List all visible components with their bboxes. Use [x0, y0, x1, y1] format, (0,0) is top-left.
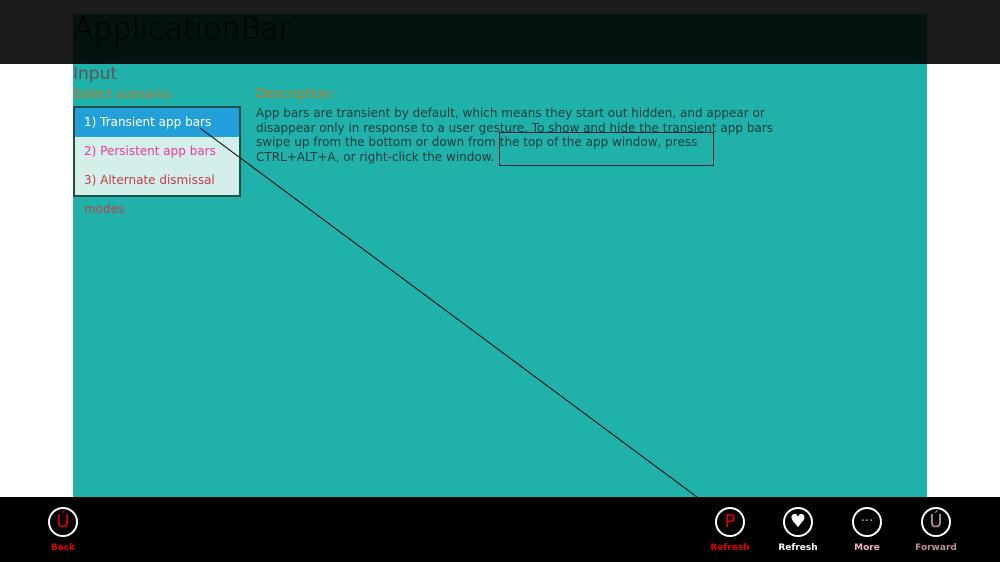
back-button[interactable]: Ú Back	[28, 507, 98, 553]
back-icon: Ú	[48, 507, 78, 537]
forward-button[interactable]: Ú Forward	[901, 507, 971, 553]
back-label: Back	[50, 543, 76, 553]
refresh-button-1[interactable]: P Refresh	[695, 507, 765, 553]
forward-label: Forward	[915, 543, 957, 553]
more-icon: ···	[852, 507, 882, 537]
heart-icon: ♥	[783, 507, 813, 537]
refresh-button-2[interactable]: ♥ Refresh	[763, 507, 833, 553]
refresh-label: Refresh	[778, 543, 818, 553]
refresh-label: Refresh	[710, 543, 750, 553]
more-label: More	[854, 543, 880, 553]
forward-icon: Ú	[921, 507, 951, 537]
p-icon: P	[715, 507, 745, 537]
bottom-app-bar: Ú Back P Refresh ♥ Refresh ··· More Ú Fo…	[0, 497, 1000, 562]
more-button[interactable]: ··· More	[832, 507, 902, 553]
pointer-line	[199, 127, 698, 498]
